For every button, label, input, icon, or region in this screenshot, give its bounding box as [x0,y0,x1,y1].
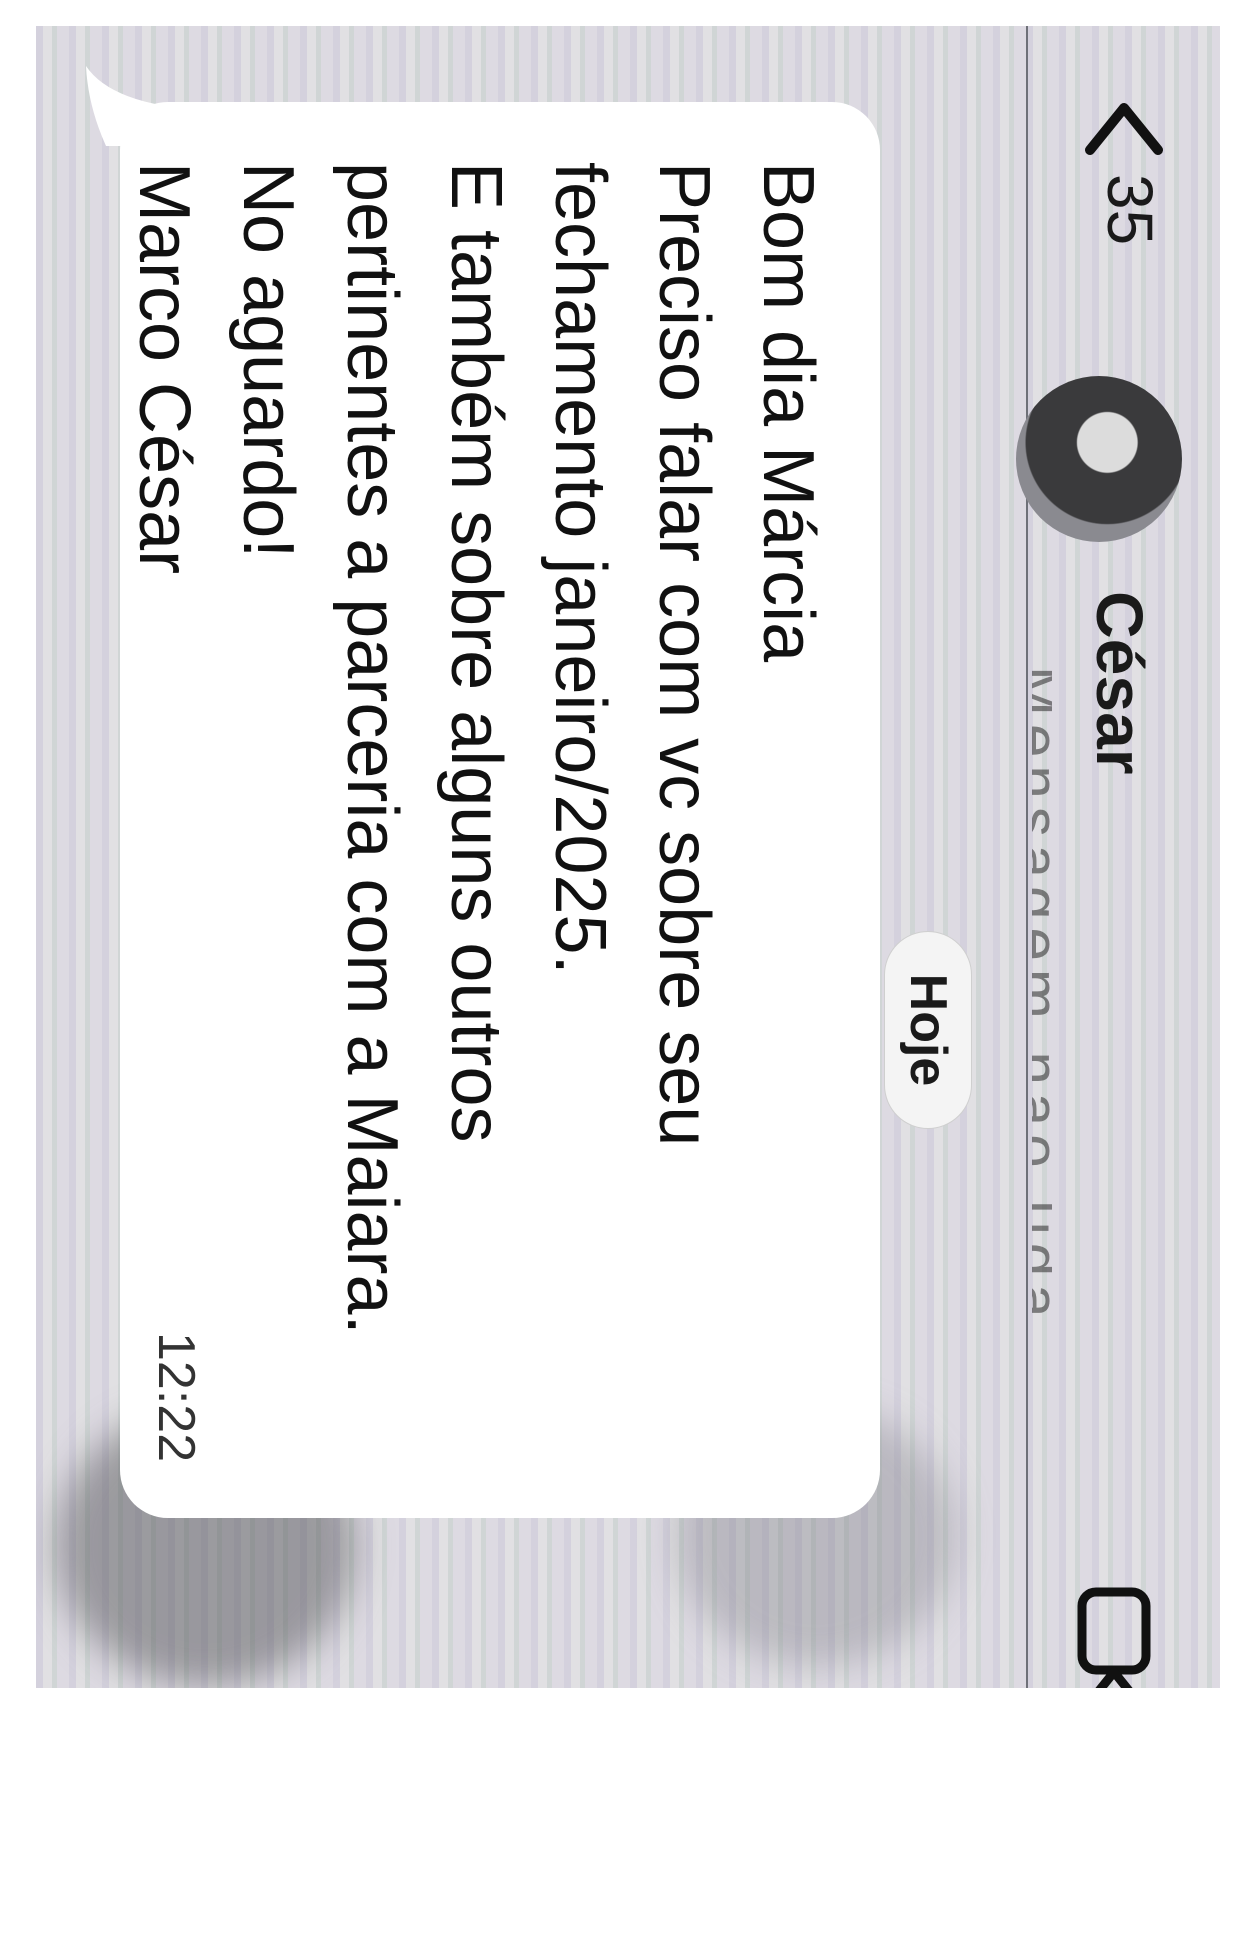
message-line: fechamento janeiro/2025. [540,162,620,975]
contact-name[interactable]: César [1080,591,1160,774]
avatar[interactable] [1016,376,1182,542]
message-line: Bom dia Márcia [748,162,828,663]
message-line: Marco César [124,162,204,575]
unread-count[interactable]: 35 [1086,174,1174,245]
chat-screenshot: 35 César Mensagem não lida Hoje Bom dia … [36,26,1220,1688]
chat-header: 35 César Mensagem não lida [1016,26,1220,1688]
date-separator: Hoje [884,931,972,1129]
message-text: Bom dia Márcia Preciso falar com vc sobr… [112,162,840,1462]
message-line: E também sobre alguns outros [436,162,516,1143]
message-line: pertinentes a parceria com a Maiara. [332,162,412,1335]
message-timestamp: 12:22 [147,1332,205,1463]
header-subtitle: Mensagem não lida [1032,666,1052,1326]
video-camera-icon[interactable] [1074,1586,1154,1688]
message-line: No aguardo! [228,162,308,559]
message-line: Preciso falar com vc sobre seu [644,162,724,1147]
chevron-left-icon[interactable] [1080,86,1168,174]
rotated-phone-screen: 35 César Mensagem não lida Hoje Bom dia … [36,26,1220,1688]
